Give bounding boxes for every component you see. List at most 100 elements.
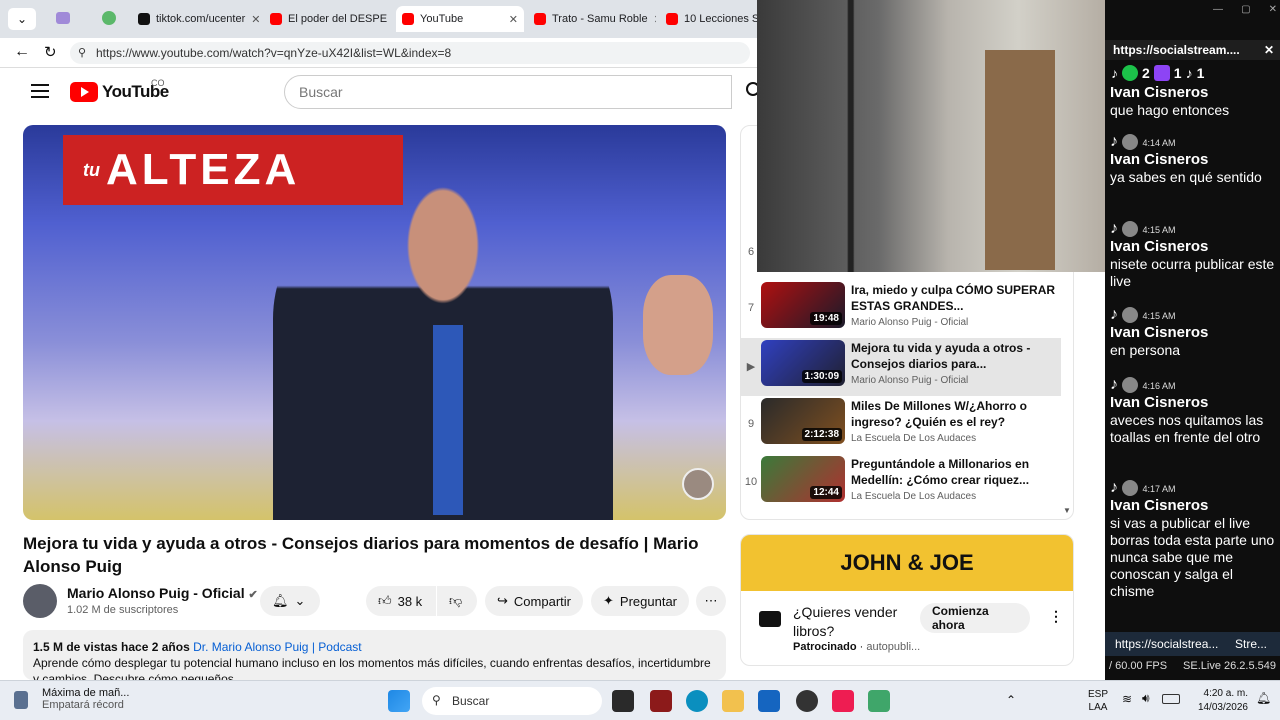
bottom-tab-stream[interactable]: Stre... (1235, 637, 1267, 651)
widget-icon (14, 691, 28, 709)
chat-message: ♪ 4:15 AM Ivan Cisneros en persona (1105, 306, 1280, 359)
clock[interactable]: 4:20 a. m. 14/03/2026 (1192, 687, 1248, 715)
store-icon[interactable] (758, 690, 780, 712)
back-icon[interactable]: ← (14, 43, 30, 61)
brave-icon[interactable] (650, 690, 672, 712)
minimize-icon[interactable]: — (1213, 4, 1223, 15)
close-window-icon[interactable]: ✕ (1269, 4, 1277, 15)
speaker-tie (433, 325, 463, 515)
battery-icon[interactable] (1162, 694, 1180, 704)
playlist-item-title[interactable]: Miles De Millones W/¿Ahorro o ingreso? ¿… (851, 398, 1061, 430)
wifi-icon[interactable]: ≋ (1122, 692, 1132, 706)
notifications-button[interactable]: 🔔︎ ⌄ (260, 586, 320, 616)
chat-text: aveces nos quitamos las toallas en frent… (1110, 412, 1264, 445)
webcam-overlay (757, 0, 1105, 272)
playlist-item-title[interactable]: Ira, miedo y culpa CÓMO SUPERAR ESTAS GR… (851, 282, 1061, 314)
playlist-item[interactable]: 10 12:44 Preguntándole a Millonarios en … (741, 456, 1061, 510)
volume-icon[interactable]: 🔊︎ (1142, 691, 1150, 706)
chat-time: 4:16 AM (1142, 381, 1176, 391)
extension-icon[interactable] (102, 11, 116, 25)
tab-trato[interactable]: Trato - Samu Roble ✕ (528, 6, 656, 32)
ad-menu-icon[interactable]: ⋮ (1049, 608, 1063, 625)
language-indicator[interactable]: ESP LAA (1088, 688, 1108, 714)
ad-banner[interactable]: JOHN & JOE (741, 535, 1073, 591)
share-button[interactable]: ↪ Compartir (485, 586, 583, 616)
obs-icon[interactable] (796, 690, 818, 712)
url-field[interactable]: ⚲ https://www.youtube.com/watch?v=qnYze-u… (70, 42, 750, 64)
file-explorer-icon[interactable] (722, 690, 744, 712)
playlist-item[interactable]: 7 19:48 Ira, miedo y culpa CÓMO SUPERAR … (741, 282, 1061, 336)
task-view-icon[interactable] (612, 690, 634, 712)
youtube-icon (666, 13, 678, 25)
windows-start-icon[interactable] (388, 690, 410, 712)
bell-icon: 🔔︎ (272, 593, 289, 608)
taskbar-search[interactable]: ⚲ Buscar (422, 687, 602, 715)
bottom-tab-socialstream[interactable]: https://socialstrea... (1105, 637, 1225, 651)
tab-tiktok[interactable]: tiktok.com/ucenter ✕ (132, 6, 260, 32)
news-widget[interactable]: Máxima de mañ... Empatará récord (14, 687, 164, 711)
site-info-icon[interactable]: ⚲ (78, 46, 86, 59)
playlist-scrollbar[interactable]: ▼ (1063, 506, 1071, 515)
video-thumbnail[interactable]: 12:44 (761, 456, 845, 502)
like-button[interactable]: 👍︎ 38 k (366, 586, 436, 616)
chat-app-icon[interactable] (868, 690, 890, 712)
playlist-item[interactable]: 9 2:12:38 Miles De Millones W/¿Ahorro o … (741, 398, 1061, 452)
ad-cta-button[interactable]: Comienza ahora (920, 603, 1030, 633)
tab-el-poder[interactable]: El poder del DESPE✕ (264, 6, 392, 32)
youtube-icon (270, 13, 282, 25)
maximize-icon[interactable]: ▢ (1241, 4, 1250, 15)
avatar (1122, 479, 1139, 496)
banner-prefix: tu (83, 159, 100, 180)
tiktok-live-icon[interactable] (832, 690, 854, 712)
close-icon[interactable]: ✕ (509, 13, 518, 26)
playlist-item-title[interactable]: Mejora tu vida y ayuda a otros - Consejo… (851, 340, 1061, 372)
video-player[interactable]: tu ALTEZA (23, 125, 726, 520)
clock-time: 4:20 a. m. (1203, 688, 1248, 699)
chat-text: que hago entonces (1110, 102, 1230, 118)
channel-name-text: Mario Alonso Puig - Oficial (67, 585, 245, 601)
more-actions-button[interactable]: ⋯ (696, 586, 726, 616)
tray-chevron-icon[interactable]: ⌃ (1006, 693, 1016, 707)
chat-url: https://socialstream.... (1113, 43, 1240, 57)
video-thumbnail[interactable]: 2:12:38 (761, 398, 845, 444)
notifications-icon[interactable]: 🔔︎ (1256, 691, 1271, 705)
description-tag[interactable]: Dr. Mario Alonso Puig | Podcast (193, 640, 362, 654)
video-thumbnail[interactable]: 1:30:09 (761, 340, 845, 386)
playlist-item-current[interactable]: ▶ 1:30:09 Mejora tu vida y ayuda a otros… (741, 338, 1061, 396)
edge-icon[interactable] (686, 690, 708, 712)
channel-avatar[interactable] (23, 584, 57, 618)
tab-list-button[interactable]: ⌄ (8, 8, 36, 30)
app-version: SE.Live 26.2.5.549 (1183, 660, 1276, 672)
close-icon[interactable]: ✕ (1264, 43, 1274, 57)
playlist-item-title[interactable]: Preguntándole a Millonarios en Medellín:… (851, 456, 1061, 488)
ask-button[interactable]: ✦ Preguntar (591, 586, 689, 616)
ad-card[interactable]: JOHN & JOE ¿Quieres vender libros? Patro… (740, 534, 1074, 666)
chat-tab[interactable]: https://socialstream.... ✕ (1105, 40, 1280, 60)
description-box[interactable]: 1.5 M de vistas hace 2 años Dr. Mario Al… (23, 630, 726, 680)
menu-icon[interactable] (31, 84, 49, 98)
ad-question[interactable]: ¿Quieres vender libros? (793, 603, 913, 641)
tab-youtube[interactable]: YouTube ✕ (396, 6, 524, 32)
channel-name[interactable]: Mario Alonso Puig - Oficial ✔ (67, 585, 258, 601)
windows-taskbar: Máxima de mañ... Empatará récord ⚲ Buscar… (0, 680, 1280, 720)
video-thumbnail[interactable]: 19:48 (761, 282, 845, 328)
camera-icon[interactable] (56, 12, 70, 24)
ad-sponsor: Patrocinado · autopubli... (793, 641, 921, 653)
tab-lecciones[interactable]: 10 Lecciones So (660, 6, 757, 32)
dislike-button[interactable]: 👎︎ (437, 586, 477, 616)
chat-time: 4:15 AM (1142, 311, 1176, 321)
clock-date: 14/03/2026 (1197, 702, 1248, 713)
close-icon[interactable]: ✕ (251, 13, 260, 26)
tiktok-icon: ♪ (1110, 479, 1118, 496)
channel-watermark[interactable] (682, 468, 714, 500)
youtube-play-icon (70, 82, 98, 102)
playlist-item-channel: Mario Alonso Puig - Oficial (851, 317, 969, 328)
video-banner: tu ALTEZA (63, 135, 403, 205)
reload-icon[interactable]: ↻ (44, 43, 57, 61)
speaker-hand (643, 275, 713, 375)
sponsor-site: autopubli... (866, 641, 921, 653)
close-icon[interactable]: ✕ (654, 13, 656, 26)
avatar (1122, 306, 1139, 323)
chat-user: Ivan Cisneros (1110, 151, 1209, 168)
search-input[interactable]: Buscar (284, 75, 732, 109)
